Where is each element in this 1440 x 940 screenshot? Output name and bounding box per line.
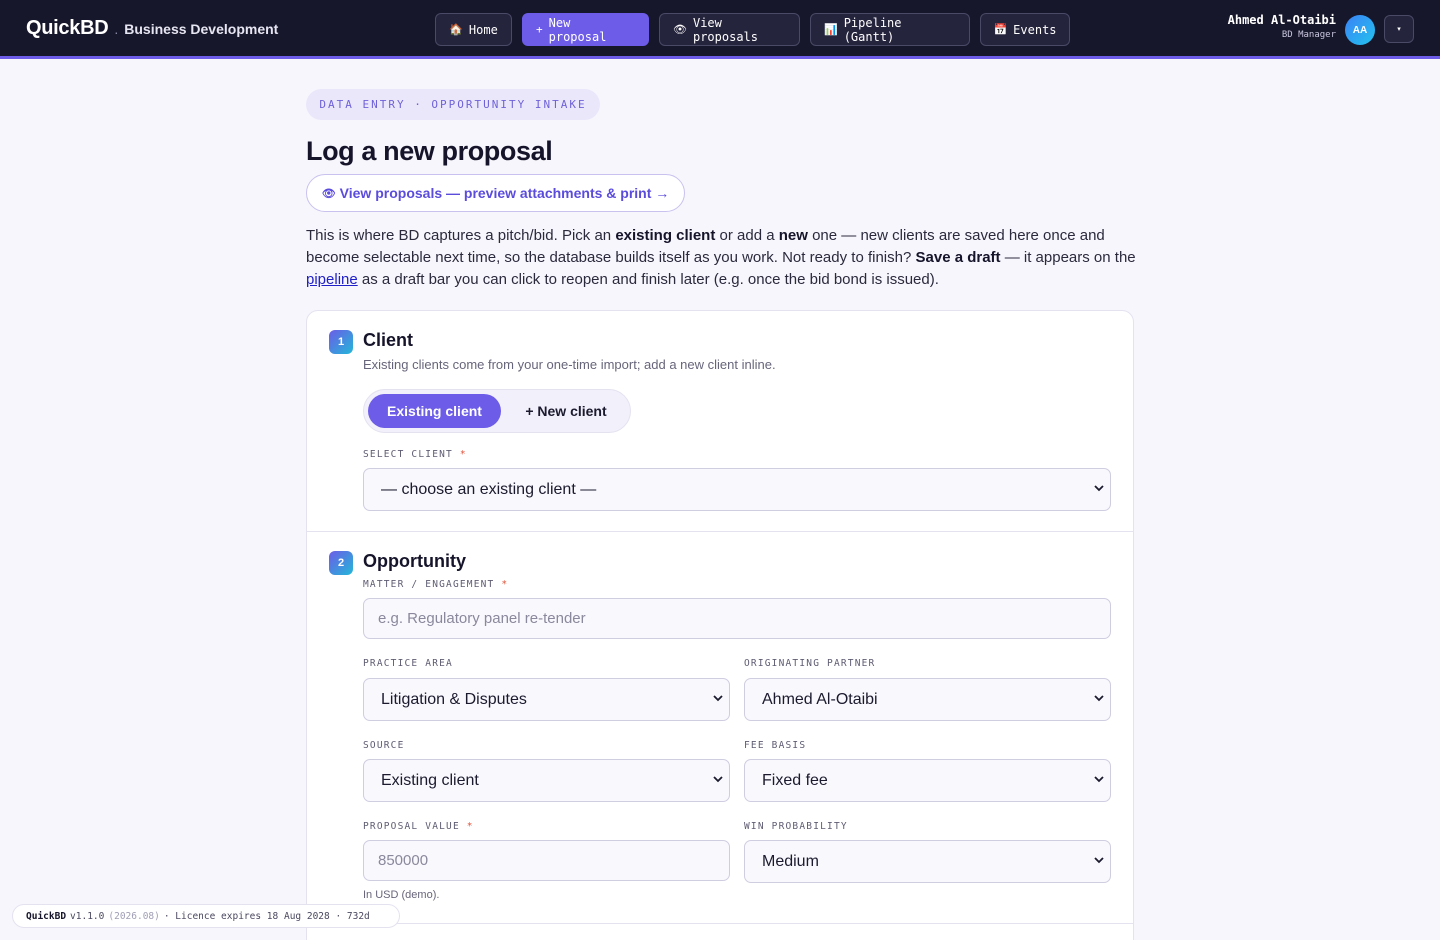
eye-icon: 👁 bbox=[673, 23, 687, 36]
home-icon: 🏠 bbox=[449, 23, 463, 36]
fee-basis-label: FEE BASIS bbox=[744, 740, 807, 751]
section-description-client: Existing clients come from your one-time… bbox=[363, 357, 776, 372]
win-probability-label: WIN PROBABILITY bbox=[744, 821, 848, 832]
version-app-name: QuickBD bbox=[26, 910, 67, 922]
step-badge-opportunity: 2 bbox=[329, 551, 353, 575]
proposal-form-card: 1 Client Existing clients come from your… bbox=[306, 310, 1134, 940]
select-client-label: SELECT CLIENT * bbox=[363, 449, 467, 460]
proposal-value-hint: In USD (demo). bbox=[363, 889, 440, 901]
practice-area-value: Litigation & Disputes bbox=[381, 690, 527, 708]
eye-icon: 👁 bbox=[321, 187, 336, 200]
originating-partner-dropdown[interactable]: Ahmed Al-Otaibi bbox=[744, 678, 1111, 721]
chevron-down-icon bbox=[713, 776, 723, 783]
page-title: Log a new proposal bbox=[306, 136, 553, 166]
source-label: SOURCE bbox=[363, 740, 405, 751]
nav-pipeline-label: Pipeline (Gantt) bbox=[843, 15, 902, 44]
new-client-toggle[interactable]: + New client bbox=[507, 394, 625, 428]
fee-basis-dropdown[interactable]: Fixed fee bbox=[744, 759, 1111, 802]
step-badge-client: 1 bbox=[329, 330, 353, 354]
practice-area-label: PRACTICE AREA bbox=[363, 658, 453, 669]
matter-label: MATTER / ENGAGEMENT * bbox=[363, 579, 509, 590]
brand-name: QuickBD bbox=[26, 17, 109, 39]
win-probability-dropdown[interactable]: Medium bbox=[744, 840, 1111, 883]
nav-view-proposals-label: View proposals bbox=[692, 15, 758, 44]
user-menu-button[interactable]: ▾ bbox=[1384, 15, 1414, 43]
section-divider bbox=[307, 923, 1133, 924]
chevron-down-icon bbox=[1094, 776, 1104, 783]
brand-separator: . bbox=[114, 21, 119, 37]
select-client-dropdown[interactable]: — choose an existing client — bbox=[363, 468, 1111, 511]
plus-icon: + bbox=[536, 23, 543, 36]
nav-home-label: Home bbox=[468, 22, 498, 37]
chevron-down-icon bbox=[713, 695, 723, 702]
calendar-icon: 📅 bbox=[993, 23, 1008, 36]
matter-input[interactable]: e.g. Regulatory panel re-tender bbox=[363, 598, 1111, 639]
chart-icon: 📊 bbox=[824, 23, 838, 36]
nav-home-button[interactable]: 🏠 Home bbox=[435, 13, 512, 46]
section-title-client: Client bbox=[363, 330, 414, 350]
view-proposals-link-label: View proposals — preview attachments & p… bbox=[339, 185, 670, 201]
user-role: BD Manager bbox=[1281, 30, 1336, 40]
win-probability-value: Medium bbox=[762, 852, 819, 870]
originating-partner-value: Ahmed Al-Otaibi bbox=[762, 690, 878, 708]
nav-events-button[interactable]: 📅 Events bbox=[980, 13, 1070, 46]
practice-area-dropdown[interactable]: Litigation & Disputes bbox=[363, 678, 730, 721]
chevron-down-icon: ▾ bbox=[1397, 26, 1401, 33]
proposal-value-label: PROPOSAL VALUE * bbox=[363, 821, 474, 832]
chevron-down-icon bbox=[1094, 695, 1104, 702]
proposal-value-input[interactable]: 850000 bbox=[363, 840, 730, 881]
client-mode-toggle: Existing client + New client bbox=[363, 389, 631, 433]
nav-events-label: Events bbox=[1013, 22, 1057, 37]
nav-pipeline-button[interactable]: 📊 Pipeline (Gantt) bbox=[810, 13, 970, 46]
source-value: Existing client bbox=[381, 771, 479, 789]
user-info: Ahmed Al-Otaibi BD Manager bbox=[1228, 13, 1336, 40]
user-name: Ahmed Al-Otaibi bbox=[1227, 13, 1336, 27]
nav-new-proposal-button[interactable]: + New proposal bbox=[522, 13, 649, 46]
top-bar: QuickBD . Business Development 🏠 Home + … bbox=[0, 0, 1440, 59]
fee-basis-value: Fixed fee bbox=[762, 771, 828, 789]
pipeline-link[interactable]: pipeline bbox=[306, 271, 358, 288]
source-dropdown[interactable]: Existing client bbox=[363, 759, 730, 802]
version-number: v1.1.0 bbox=[70, 910, 105, 922]
nav-view-proposals-button[interactable]: 👁 View proposals bbox=[659, 13, 800, 46]
page-eyebrow: DATA ENTRY · OPPORTUNITY INTAKE bbox=[306, 89, 600, 120]
originating-partner-label: ORIGINATING PARTNER bbox=[744, 658, 876, 669]
nav-new-proposal-label: New proposal bbox=[548, 15, 607, 44]
version-build: (2026.08) bbox=[108, 910, 160, 922]
brand[interactable]: QuickBD . Business Development bbox=[26, 17, 278, 40]
chevron-down-icon bbox=[1094, 485, 1104, 492]
select-client-value: — choose an existing client — bbox=[381, 480, 597, 498]
existing-client-toggle[interactable]: Existing client bbox=[368, 394, 501, 428]
licence-expiry: · Licence expires 18 Aug 2028 · 732d bbox=[163, 910, 370, 922]
view-proposals-link[interactable]: 👁 View proposals — preview attachments &… bbox=[306, 174, 685, 212]
section-title-opportunity: Opportunity bbox=[363, 551, 466, 571]
avatar[interactable]: AA bbox=[1345, 15, 1375, 45]
version-badge: QuickBD v1.1.0 (2026.08) · Licence expir… bbox=[12, 904, 400, 928]
intro-text: This is where BD captures a pitch/bid. P… bbox=[306, 227, 1136, 288]
brand-subtitle: Business Development bbox=[124, 21, 279, 37]
chevron-down-icon bbox=[1094, 857, 1104, 864]
section-divider bbox=[307, 531, 1133, 532]
